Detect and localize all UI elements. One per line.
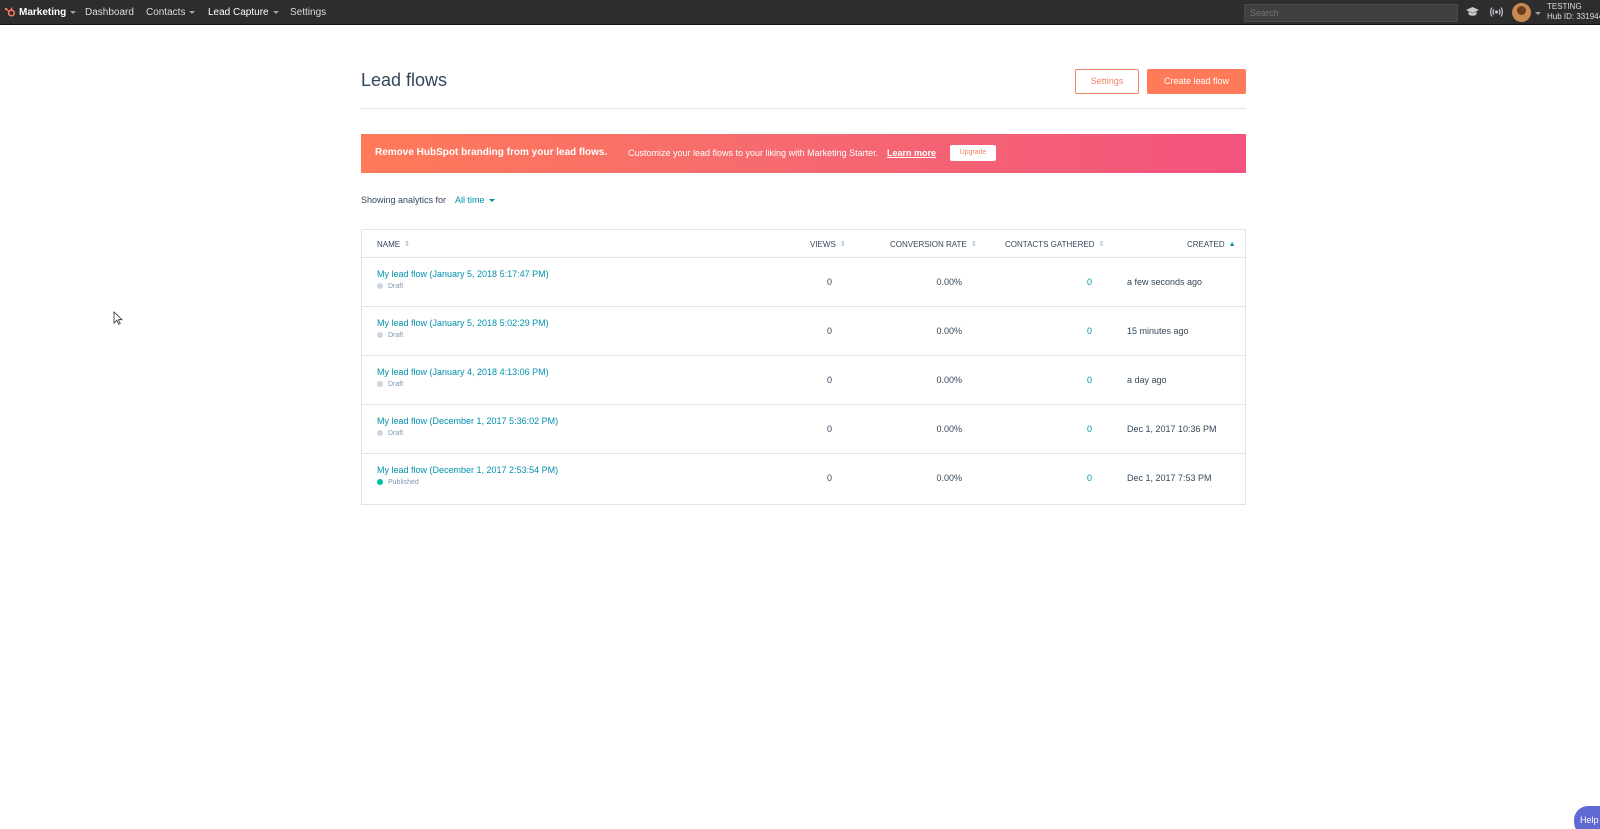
contacts-gathered-link[interactable]: 0 [1042, 473, 1092, 483]
search-input[interactable] [1244, 4, 1458, 22]
date-range-dropdown[interactable]: All time [455, 195, 495, 205]
lead-flow-name-link[interactable]: My lead flow (January 4, 2018 4:13:06 PM… [377, 367, 549, 377]
created-cell: a few seconds ago [1127, 277, 1203, 287]
nav-contacts-menu[interactable]: Contacts [146, 0, 196, 25]
analytics-filter-label: Showing analytics for [361, 195, 447, 205]
contacts-gathered-link[interactable]: 0 [1042, 375, 1092, 385]
created-cell: Dec 1, 2017 7:53 PM [1127, 473, 1212, 483]
account-info[interactable]: TESTING Hub ID: 331944 [1547, 2, 1600, 22]
chevron-down-icon [189, 10, 196, 14]
status-label: Draft [377, 332, 403, 339]
table-row: My lead flow (January 5, 2018 5:17:47 PM… [362, 258, 1245, 307]
status-text: Draft [388, 283, 404, 290]
contacts-gathered-link[interactable]: 0 [1042, 424, 1092, 434]
column-header-contacts-gathered[interactable]: CONTACTS GATHERED ⇕ [1005, 240, 1104, 249]
status-dot-icon [377, 283, 383, 290]
created-cell: Dec 1, 2017 10:36 PM [1127, 424, 1217, 434]
nav-lead-capture-label: Lead Capture [208, 7, 269, 18]
chevron-down-icon [272, 10, 279, 14]
top-navigation: Marketing Dashboard Contacts Lead Captur… [0, 0, 1600, 25]
sort-icon: ⇕ [839, 241, 846, 249]
table-row: My lead flow (January 5, 2018 5:02:29 PM… [362, 307, 1245, 356]
lead-flow-name-link[interactable]: My lead flow (December 1, 2017 5:36:02 P… [377, 416, 558, 426]
conversion-rate-cell: 0.00% [936, 277, 962, 287]
status-dot-icon [377, 479, 383, 486]
account-name: TESTING [1547, 2, 1582, 11]
views-cell: 0 [826, 375, 832, 385]
nav-contacts-label: Contacts [146, 7, 186, 18]
hubspot-logo-icon[interactable] [4, 6, 16, 18]
page-title: Lead flows [361, 70, 448, 90]
column-header-conversion-rate[interactable]: CONVERSION RATE ⇕ [890, 240, 977, 249]
academy-graduation-cap-icon[interactable] [1465, 5, 1480, 19]
upgrade-button[interactable]: Upgrade [950, 145, 996, 161]
column-header-label: NAME [377, 240, 401, 249]
lead-flow-name-link[interactable]: My lead flow (January 5, 2018 5:17:47 PM… [377, 269, 549, 279]
lead-flows-table: NAME ⇕ VIEWS ⇕ CONVERSION RATE ⇕ CONTACTS G… [361, 229, 1246, 505]
status-label: Draft [377, 283, 403, 290]
conversion-rate-cell: 0.00% [936, 326, 962, 336]
status-dot-icon [377, 332, 383, 339]
status-label: Draft [377, 381, 403, 388]
conversion-rate-cell: 0.00% [936, 375, 962, 385]
nav-marketing-label: Marketing [19, 7, 67, 18]
banner-headline: Remove HubSpot branding from your lead f… [375, 147, 608, 158]
sort-ascending-icon: ▲ [1228, 241, 1236, 249]
sort-icon: ⇕ [970, 241, 977, 249]
column-header-label: CONTACTS GATHERED [1005, 240, 1095, 249]
status-dot-icon [377, 381, 383, 388]
date-range-value: All time [455, 195, 485, 205]
sort-icon: ⇕ [1098, 241, 1105, 249]
status-label: Published [377, 479, 419, 486]
views-cell: 0 [826, 473, 832, 483]
chevron-down-icon [70, 10, 77, 14]
hub-id: Hub ID: 331944 [1547, 12, 1600, 21]
column-header-label: CONVERSION RATE [890, 240, 967, 249]
chevron-down-icon[interactable] [1535, 12, 1541, 15]
sort-icon: ⇕ [404, 241, 410, 249]
upgrade-banner: Remove HubSpot branding from your lead f… [361, 134, 1246, 173]
created-cell: 15 minutes ago [1127, 326, 1189, 336]
column-header-name[interactable]: NAME ⇕ [377, 240, 410, 249]
status-text: Draft [388, 430, 404, 437]
column-header-views[interactable]: VIEWS ⇕ [810, 240, 846, 249]
views-cell: 0 [826, 277, 832, 287]
column-header-label: CREATED [1187, 240, 1225, 249]
views-cell: 0 [826, 326, 832, 336]
help-widget-button[interactable]: Help [1574, 806, 1600, 829]
contacts-gathered-link[interactable]: 0 [1042, 277, 1092, 287]
nav-dashboard[interactable]: Dashboard [85, 0, 134, 25]
created-cell: a day ago [1127, 375, 1167, 385]
status-dot-icon [377, 430, 383, 437]
views-cell: 0 [826, 424, 832, 434]
table-row: My lead flow (January 4, 2018 4:13:06 PM… [362, 356, 1245, 405]
mouse-cursor-icon [113, 311, 123, 325]
conversion-rate-cell: 0.00% [936, 473, 962, 483]
table-row: My lead flow (December 1, 2017 5:36:02 P… [362, 405, 1245, 454]
lead-flow-name-link[interactable]: My lead flow (January 5, 2018 5:02:29 PM… [377, 318, 549, 328]
status-text: Draft [388, 332, 404, 339]
status-text: Draft [388, 381, 404, 388]
user-avatar[interactable] [1512, 3, 1531, 22]
lead-flow-name-link[interactable]: My lead flow (December 1, 2017 2:53:54 P… [377, 465, 558, 475]
nav-marketing-menu[interactable]: Marketing [19, 0, 77, 25]
nav-lead-capture-menu[interactable]: Lead Capture [208, 0, 279, 25]
column-header-label: VIEWS [810, 240, 836, 249]
table-row: My lead flow (December 1, 2017 2:53:54 P… [362, 454, 1245, 503]
table-header: NAME ⇕ VIEWS ⇕ CONVERSION RATE ⇕ CONTACTS G… [362, 230, 1245, 258]
header-divider [361, 108, 1246, 109]
contacts-gathered-link[interactable]: 0 [1042, 326, 1092, 336]
nav-settings[interactable]: Settings [290, 0, 326, 25]
notifications-broadcast-icon[interactable] [1489, 5, 1504, 19]
status-text: Published [388, 479, 419, 486]
learn-more-link[interactable]: Learn more [887, 148, 936, 158]
status-label: Draft [377, 430, 403, 437]
banner-text: Customize your lead flows to your liking… [628, 148, 879, 158]
conversion-rate-cell: 0.00% [936, 424, 962, 434]
chevron-down-icon [488, 199, 495, 203]
create-lead-flow-button[interactable]: Create lead flow [1147, 69, 1246, 94]
settings-button[interactable]: Settings [1075, 69, 1139, 94]
column-header-created[interactable]: CREATED ▲ [1187, 240, 1236, 249]
